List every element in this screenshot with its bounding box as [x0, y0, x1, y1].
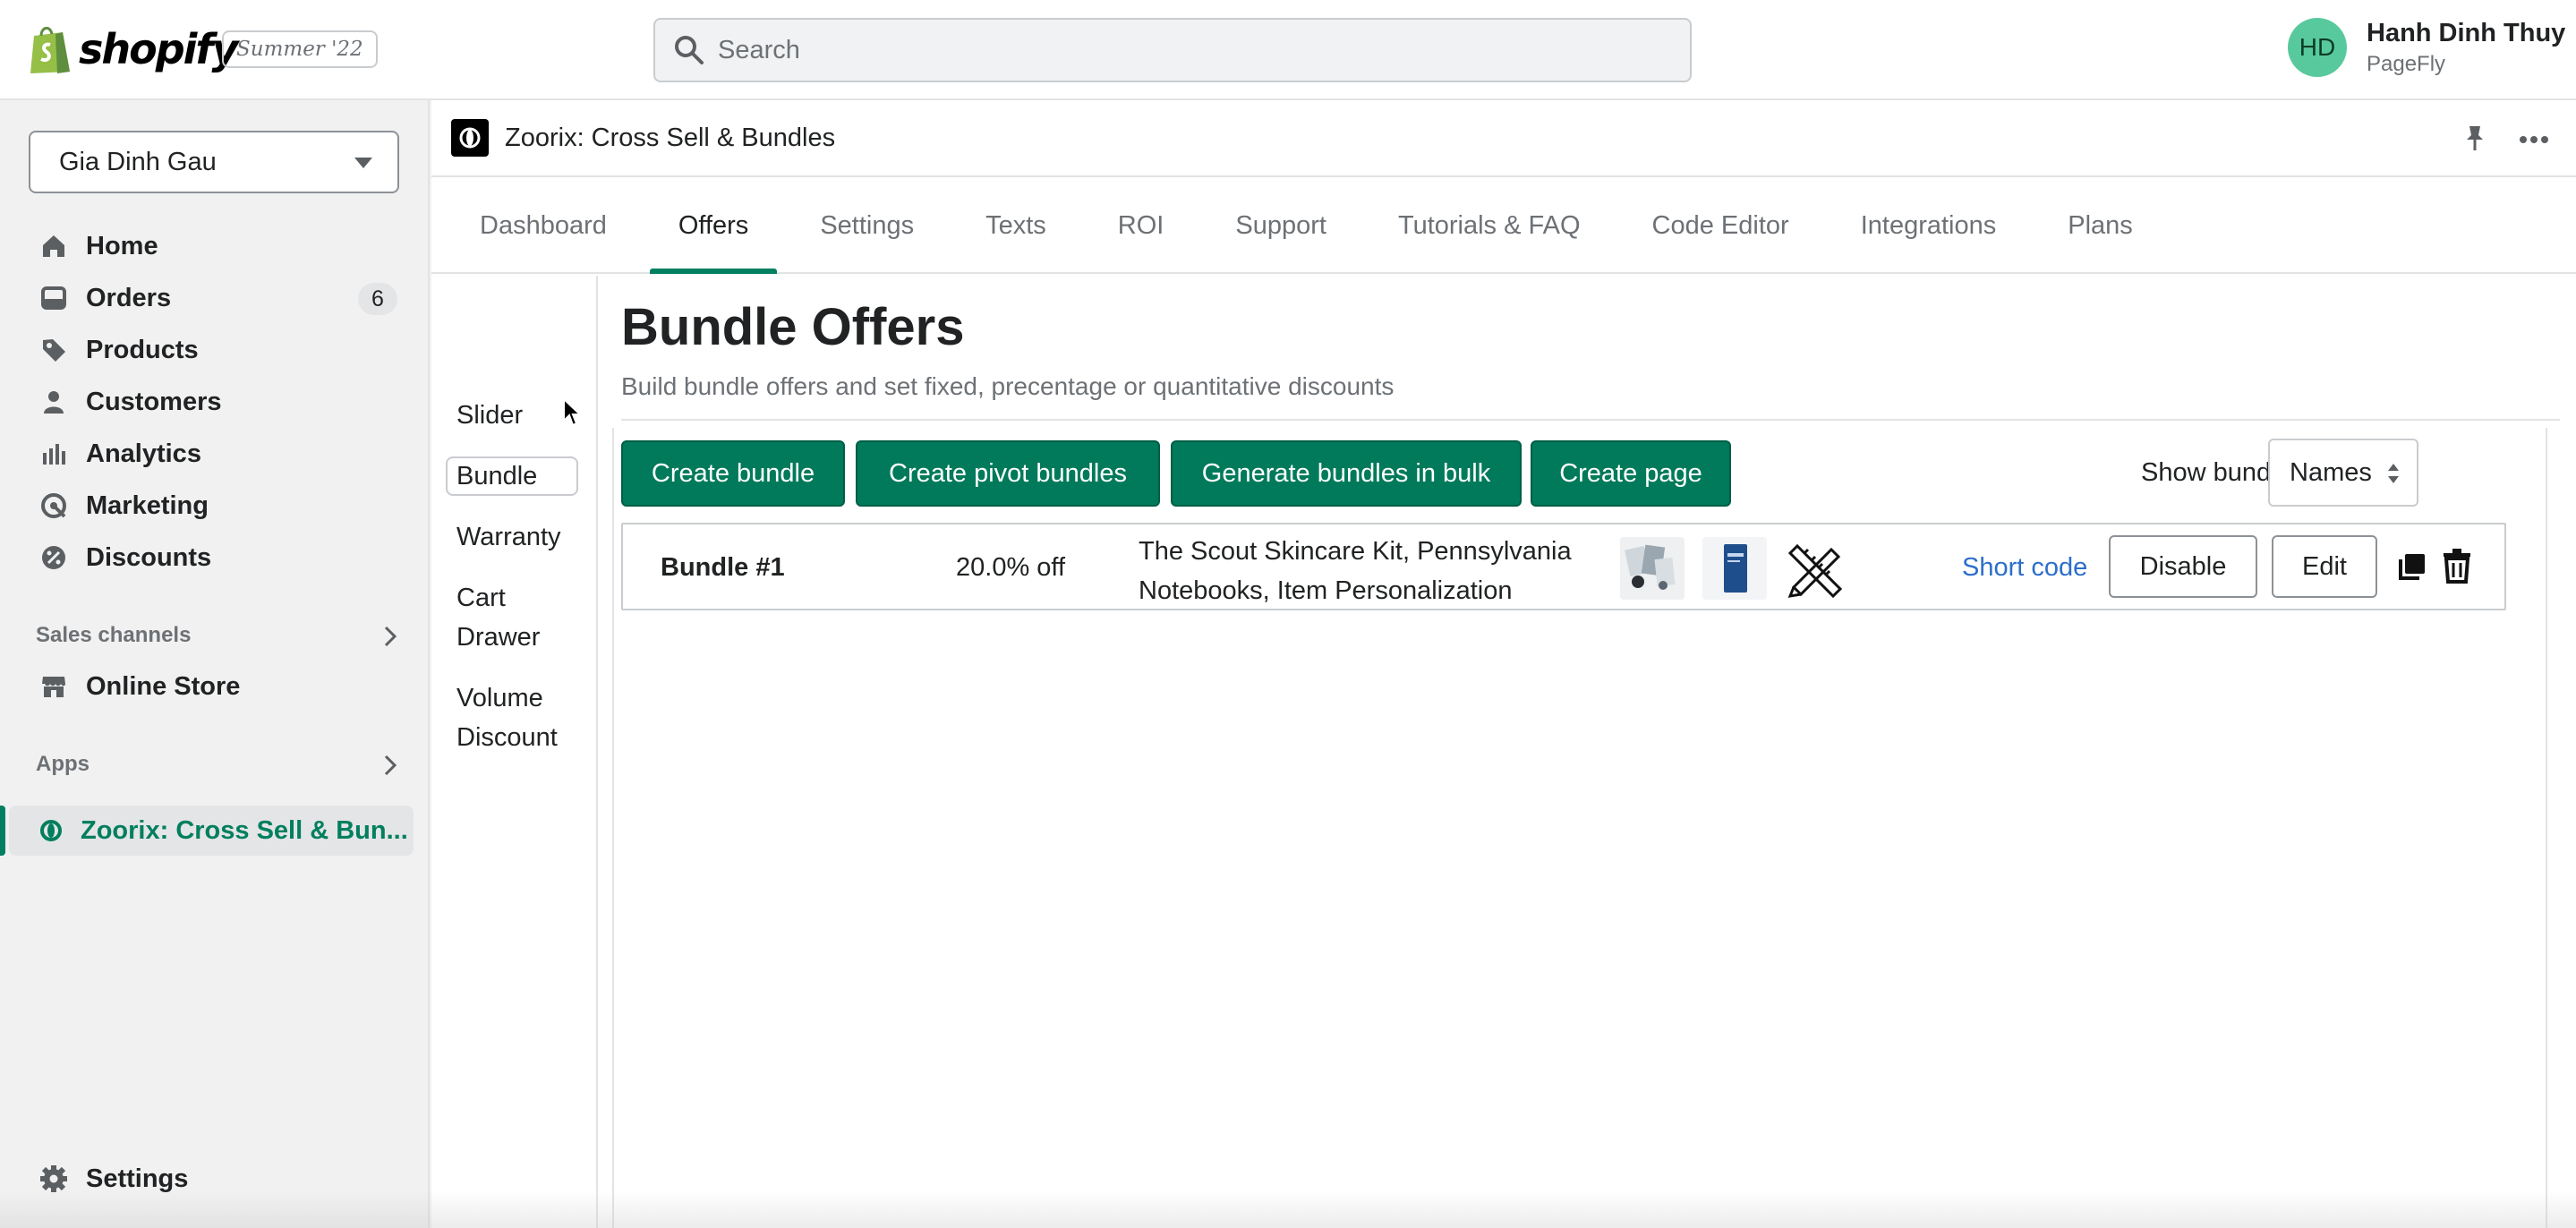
main-nav: Home Orders 6 Products Customers Analyti…	[0, 220, 428, 584]
sidebar-item-label: Discounts	[86, 542, 212, 572]
user-name: Hanh Dinh Thuy	[2367, 18, 2566, 47]
zoorix-app-icon	[39, 819, 63, 842]
user-store: PageFly	[2367, 51, 2446, 76]
delete-icon[interactable]	[2442, 548, 2472, 588]
edit-button[interactable]: Edit	[2272, 535, 2377, 598]
apps-header[interactable]: Apps	[36, 746, 399, 782]
divider	[621, 419, 2560, 421]
sidebar-item-discounts[interactable]: Discounts	[0, 532, 428, 584]
main-content: Bundle Offers Build bundle offers and se…	[612, 276, 2560, 1228]
section-label: Apps	[36, 752, 90, 776]
sidebar-item-zoorix-app[interactable]: Zoorix: Cross Sell & Bun...	[0, 806, 414, 856]
home-icon	[39, 232, 68, 260]
duplicate-icon[interactable]	[2397, 551, 2427, 586]
sidebar-item-analytics[interactable]: Analytics	[0, 428, 428, 480]
sidebar-item-label: Customers	[86, 387, 222, 416]
subnav-volume-discount[interactable]: Volume Discount	[456, 678, 573, 757]
bottom-shadow	[0, 1190, 2576, 1228]
short-code-link[interactable]: Short code	[1962, 553, 2087, 583]
product-thumbnail-notebook	[1702, 537, 1767, 600]
chevron-right-icon	[381, 754, 399, 783]
marketing-icon	[39, 491, 68, 520]
sidebar-item-home[interactable]: Home	[0, 220, 428, 272]
mouse-cursor-icon	[562, 397, 583, 432]
sidebar: Gia Dinh Gau Home Orders 6 Products Cust…	[0, 100, 430, 1228]
avatar: HD	[2288, 18, 2347, 77]
disable-button[interactable]: Disable	[2109, 535, 2257, 598]
section-label: Sales channels	[36, 623, 192, 647]
app-header: Zoorix: Cross Sell & Bundles	[431, 100, 2576, 177]
tab-plans[interactable]: Plans	[2039, 179, 2162, 272]
subnav-bundle[interactable]: Bundle	[446, 456, 578, 496]
season-badge: Summer '22	[222, 30, 378, 68]
app-title: Zoorix: Cross Sell & Bundles	[505, 123, 836, 152]
sidebar-item-label: Marketing	[86, 490, 209, 520]
sidebar-item-orders[interactable]: Orders 6	[0, 272, 428, 324]
more-options-icon[interactable]	[2519, 132, 2549, 149]
store-name: Gia Dinh Gau	[59, 147, 217, 176]
shopify-bag-icon	[27, 23, 73, 75]
tab-roi[interactable]: ROI	[1089, 179, 1193, 272]
generate-bundles-bulk-button[interactable]: Generate bundles in bulk	[1171, 440, 1522, 507]
show-bundles-select[interactable]: Names	[2268, 439, 2418, 507]
page-title: Bundle Offers	[621, 298, 965, 356]
sidebar-item-label: Home	[86, 231, 158, 260]
table-row[interactable]: Bundle #1 20.0% off The Scout Skincare K…	[621, 523, 2506, 610]
sidebar-item-label: Online Store	[86, 671, 241, 701]
caret-down-icon	[354, 158, 372, 168]
create-page-button[interactable]: Create page	[1531, 440, 1731, 507]
sidebar-item-products[interactable]: Products	[0, 324, 428, 376]
page-subtitle: Build bundle offers and set fixed, prece…	[621, 372, 1395, 400]
select-arrows-icon	[2386, 460, 2401, 494]
bundle-name: Bundle #1	[661, 553, 785, 582]
tab-support[interactable]: Support	[1207, 179, 1355, 272]
pin-icon[interactable]	[2463, 124, 2486, 157]
shopify-logo[interactable]: shopify	[27, 23, 238, 75]
sidebar-item-customers[interactable]: Customers	[0, 376, 428, 428]
bundle-products: The Scout Skincare Kit, Pennsylvania Not…	[1139, 537, 1572, 605]
tab-offers[interactable]: Offers	[649, 179, 778, 274]
create-bundle-button[interactable]: Create bundle	[621, 440, 845, 507]
sidebar-item-online-store[interactable]: Online Store	[0, 661, 428, 712]
discount-icon	[39, 543, 68, 572]
store-icon	[39, 672, 68, 701]
show-bundles-value: Names	[2290, 457, 2372, 487]
orders-icon	[39, 284, 68, 312]
orders-count-badge: 6	[358, 283, 397, 315]
tag-icon	[39, 336, 68, 364]
search-input[interactable]: Search	[653, 18, 1692, 82]
tab-tutorials-faq[interactable]: Tutorials & FAQ	[1369, 179, 1609, 272]
sidebar-item-marketing[interactable]: Marketing	[0, 480, 428, 532]
store-selector[interactable]: Gia Dinh Gau	[29, 131, 399, 193]
tab-texts[interactable]: Texts	[957, 179, 1075, 272]
product-thumbnail-skincare	[1620, 537, 1685, 600]
tab-dashboard[interactable]: Dashboard	[480, 179, 635, 272]
search-icon	[673, 34, 705, 73]
analytics-icon	[39, 439, 68, 468]
personalization-pencil-icon	[1785, 537, 1849, 600]
sidebar-item-label: Analytics	[86, 439, 201, 468]
chevron-right-icon	[381, 625, 399, 654]
bundle-discount: 20.0% off	[956, 553, 1066, 582]
sidebar-item-label: Products	[86, 335, 199, 364]
subnav-warranty[interactable]: Warranty	[456, 517, 591, 557]
gear-icon	[39, 1164, 68, 1193]
app-tabs: Dashboard Offers Settings Texts ROI Supp…	[431, 179, 2576, 274]
create-pivot-bundles-button[interactable]: Create pivot bundles	[856, 440, 1160, 507]
person-icon	[39, 388, 68, 416]
sidebar-item-label: Zoorix: Cross Sell & Bun...	[81, 815, 408, 845]
sidebar-item-label: Settings	[86, 1164, 189, 1193]
user-menu[interactable]: HD Hanh Dinh Thuy PageFly	[2288, 18, 2565, 77]
zoorix-logo-icon	[451, 119, 489, 157]
tab-settings[interactable]: Settings	[791, 179, 943, 272]
sidebar-item-label: Orders	[86, 283, 172, 312]
subnav-cart-drawer[interactable]: Cart Drawer	[456, 578, 555, 657]
search-placeholder: Search	[718, 35, 800, 64]
tab-code-editor[interactable]: Code Editor	[1624, 179, 1818, 272]
sales-channels-header[interactable]: Sales channels	[36, 618, 399, 653]
top-bar: shopify Summer '22 Search HD Hanh Dinh T…	[0, 0, 2576, 100]
app-frame: Zoorix: Cross Sell & Bundles Dashboard O…	[431, 100, 2576, 1228]
tab-integrations[interactable]: Integrations	[1832, 179, 2026, 272]
brand-wordmark: shopify	[79, 25, 238, 73]
